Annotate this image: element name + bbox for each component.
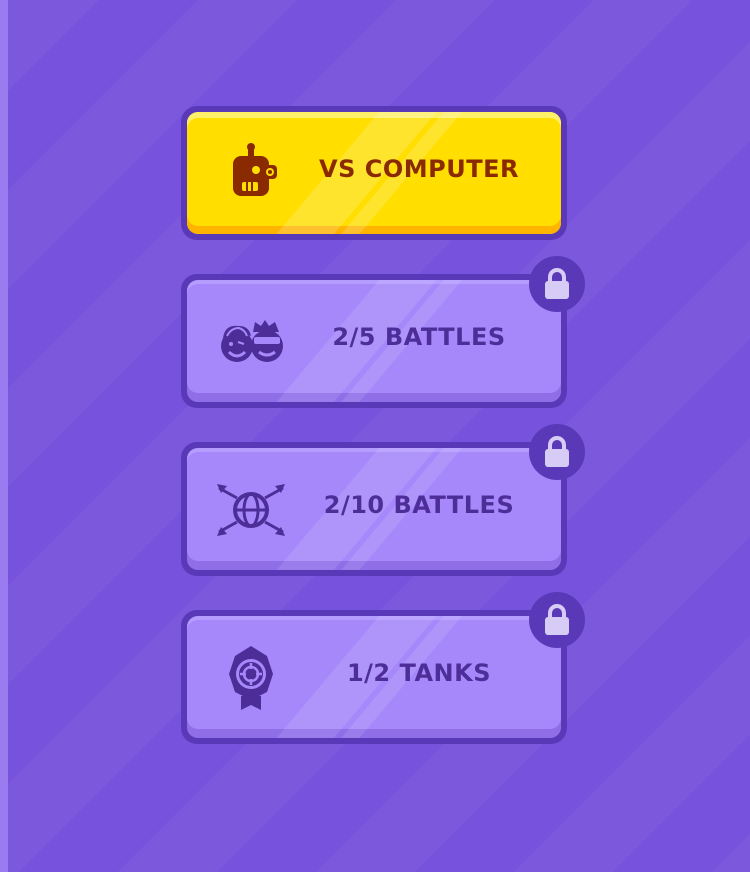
tanks-button-face: 1/2 TANKS [187,616,561,738]
online-battles-button[interactable]: 2/10 BATTLES [181,424,585,576]
left-edge-strip [0,0,8,872]
lock-badge [529,256,585,312]
target-badge-icon [229,646,273,710]
friends-battles-label: 2/5 BATTLES [332,323,506,351]
tanks-label: 1/2 TANKS [346,659,492,687]
vs-computer-button[interactable]: VS COMPUTER [181,106,567,240]
lock-icon [545,436,569,467]
vs-computer-label: VS COMPUTER [319,155,519,183]
tanks-button[interactable]: 1/2 TANKS [181,592,585,744]
online-battles-button-face: 2/10 BATTLES [187,448,561,570]
globe-arrows-icon [217,484,285,536]
robot-icon [233,143,277,196]
friends-icon [221,320,283,362]
lock-icon [545,604,569,635]
lock-badge [529,592,585,648]
online-battles-label: 2/10 BATTLES [323,491,515,519]
lock-badge [529,424,585,480]
vs-computer-button-face: VS COMPUTER [187,112,561,234]
friends-battles-button[interactable]: 2/5 BATTLES [181,256,585,408]
friends-battles-button-face: 2/5 BATTLES [187,280,561,402]
lock-icon [545,268,569,299]
